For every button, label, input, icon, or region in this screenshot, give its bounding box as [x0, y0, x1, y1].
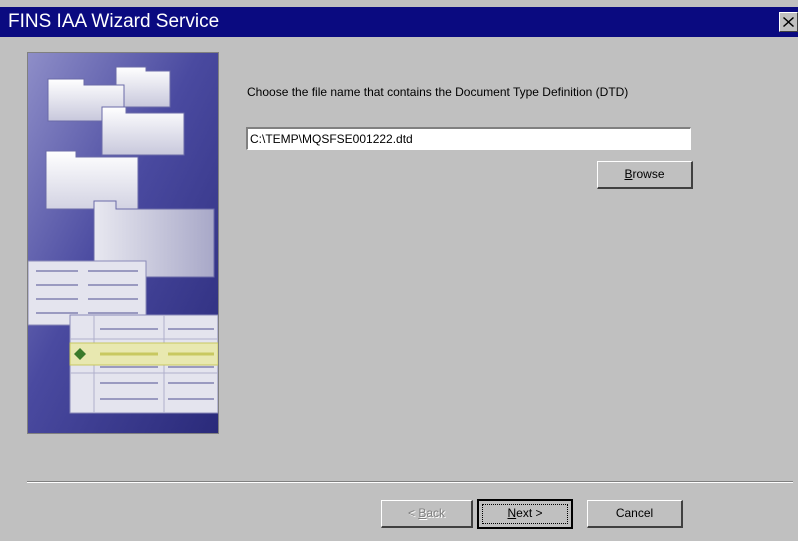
next-label: ext > — [516, 506, 543, 520]
back-prefix: < — [407, 506, 419, 520]
cancel-button[interactable]: Cancel — [587, 500, 683, 528]
dtd-prompt-label: Choose the file name that contains the D… — [247, 85, 629, 99]
wizard-window: FINS IAA Wizard Service Choose the file … — [0, 0, 798, 541]
browse-button[interactable]: Browse — [597, 161, 693, 189]
close-button[interactable] — [779, 12, 798, 32]
next-button[interactable]: Next > — [477, 499, 573, 529]
cancel-label: Cancel — [615, 506, 654, 520]
title-bar: FINS IAA Wizard Service — [0, 7, 798, 37]
browse-label: rowse — [632, 167, 665, 181]
wizard-illustration — [27, 52, 219, 434]
folders-documents-illustration-icon — [28, 53, 218, 433]
dtd-file-path-input[interactable] — [246, 127, 691, 150]
back-button[interactable]: < Back — [381, 500, 473, 528]
footer-separator — [27, 481, 793, 483]
next-mnemonic: N — [507, 506, 517, 520]
browse-mnemonic: B — [624, 167, 633, 181]
close-icon — [783, 17, 794, 27]
window-title: FINS IAA Wizard Service — [8, 11, 220, 32]
back-label: ack — [426, 506, 446, 520]
